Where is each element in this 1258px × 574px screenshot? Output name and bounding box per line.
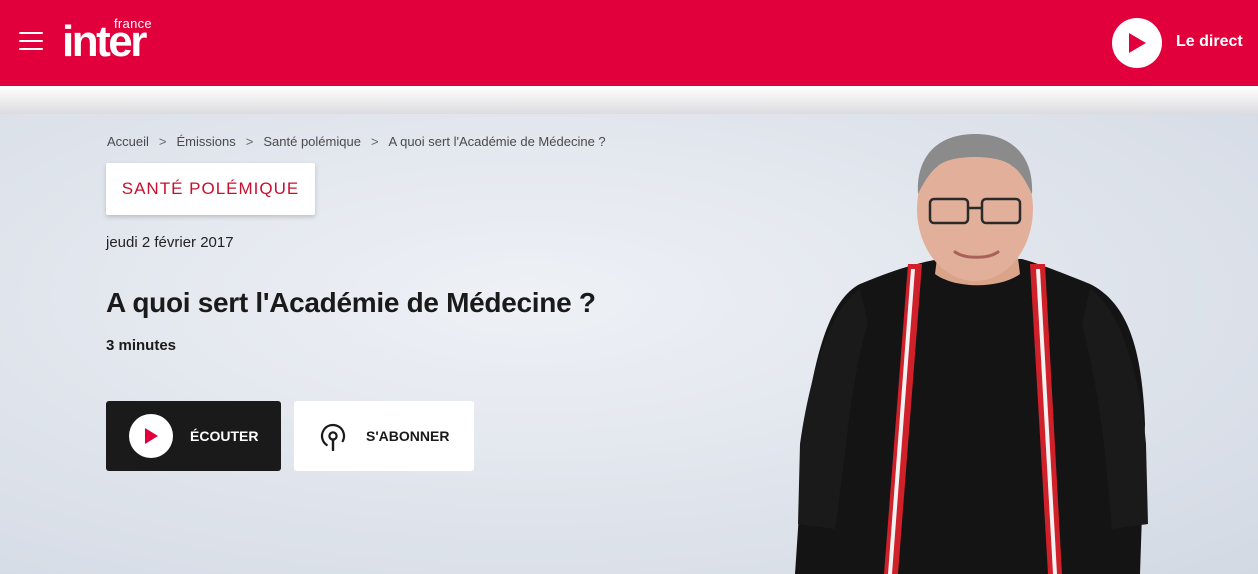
live-button[interactable]: Le direct xyxy=(1098,0,1258,86)
breadcrumb-item-current: A quoi sert l'Académie de Médecine ? xyxy=(388,134,606,149)
listen-button[interactable]: ÉCOUTER xyxy=(106,401,281,471)
breadcrumb-item-accueil[interactable]: Accueil xyxy=(107,134,149,149)
chevron-right-icon: > xyxy=(245,134,254,149)
breadcrumb-item-emissions[interactable]: Émissions xyxy=(177,134,236,149)
play-icon xyxy=(129,414,173,458)
top-bar: france inter Le direct xyxy=(0,0,1258,86)
episode-title: A quoi sert l'Académie de Médecine ? xyxy=(106,287,596,318)
host-photo xyxy=(795,134,1148,574)
hamburger-menu-icon[interactable] xyxy=(19,32,43,52)
live-play-icon xyxy=(1112,18,1162,68)
chevron-right-icon: > xyxy=(158,134,167,149)
subscribe-button[interactable]: S'ABONNER xyxy=(294,401,474,471)
show-tag-button[interactable]: SANTÉ POLÉMIQUE xyxy=(106,163,315,215)
episode-date: jeudi 2 février 2017 xyxy=(106,234,234,251)
episode-hero: Accueil > Émissions > Santé polémique > A quoi… xyxy=(0,114,1258,574)
live-label: Le direct xyxy=(1176,33,1243,50)
logo-inter-text: inter xyxy=(62,17,147,66)
listen-label: ÉCOUTER xyxy=(190,428,259,444)
episode-duration: 3 minutes xyxy=(106,337,177,354)
breadcrumb-item-sante-polemique[interactable]: Santé polémique xyxy=(263,134,361,149)
podcast-icon xyxy=(320,423,346,451)
subscribe-label: S'ABONNER xyxy=(366,428,450,444)
breadcrumb: Accueil > Émissions > Santé polémique > A quoi… xyxy=(107,134,606,149)
sub-navigation-bar xyxy=(0,86,1258,114)
chevron-right-icon: > xyxy=(370,134,379,149)
